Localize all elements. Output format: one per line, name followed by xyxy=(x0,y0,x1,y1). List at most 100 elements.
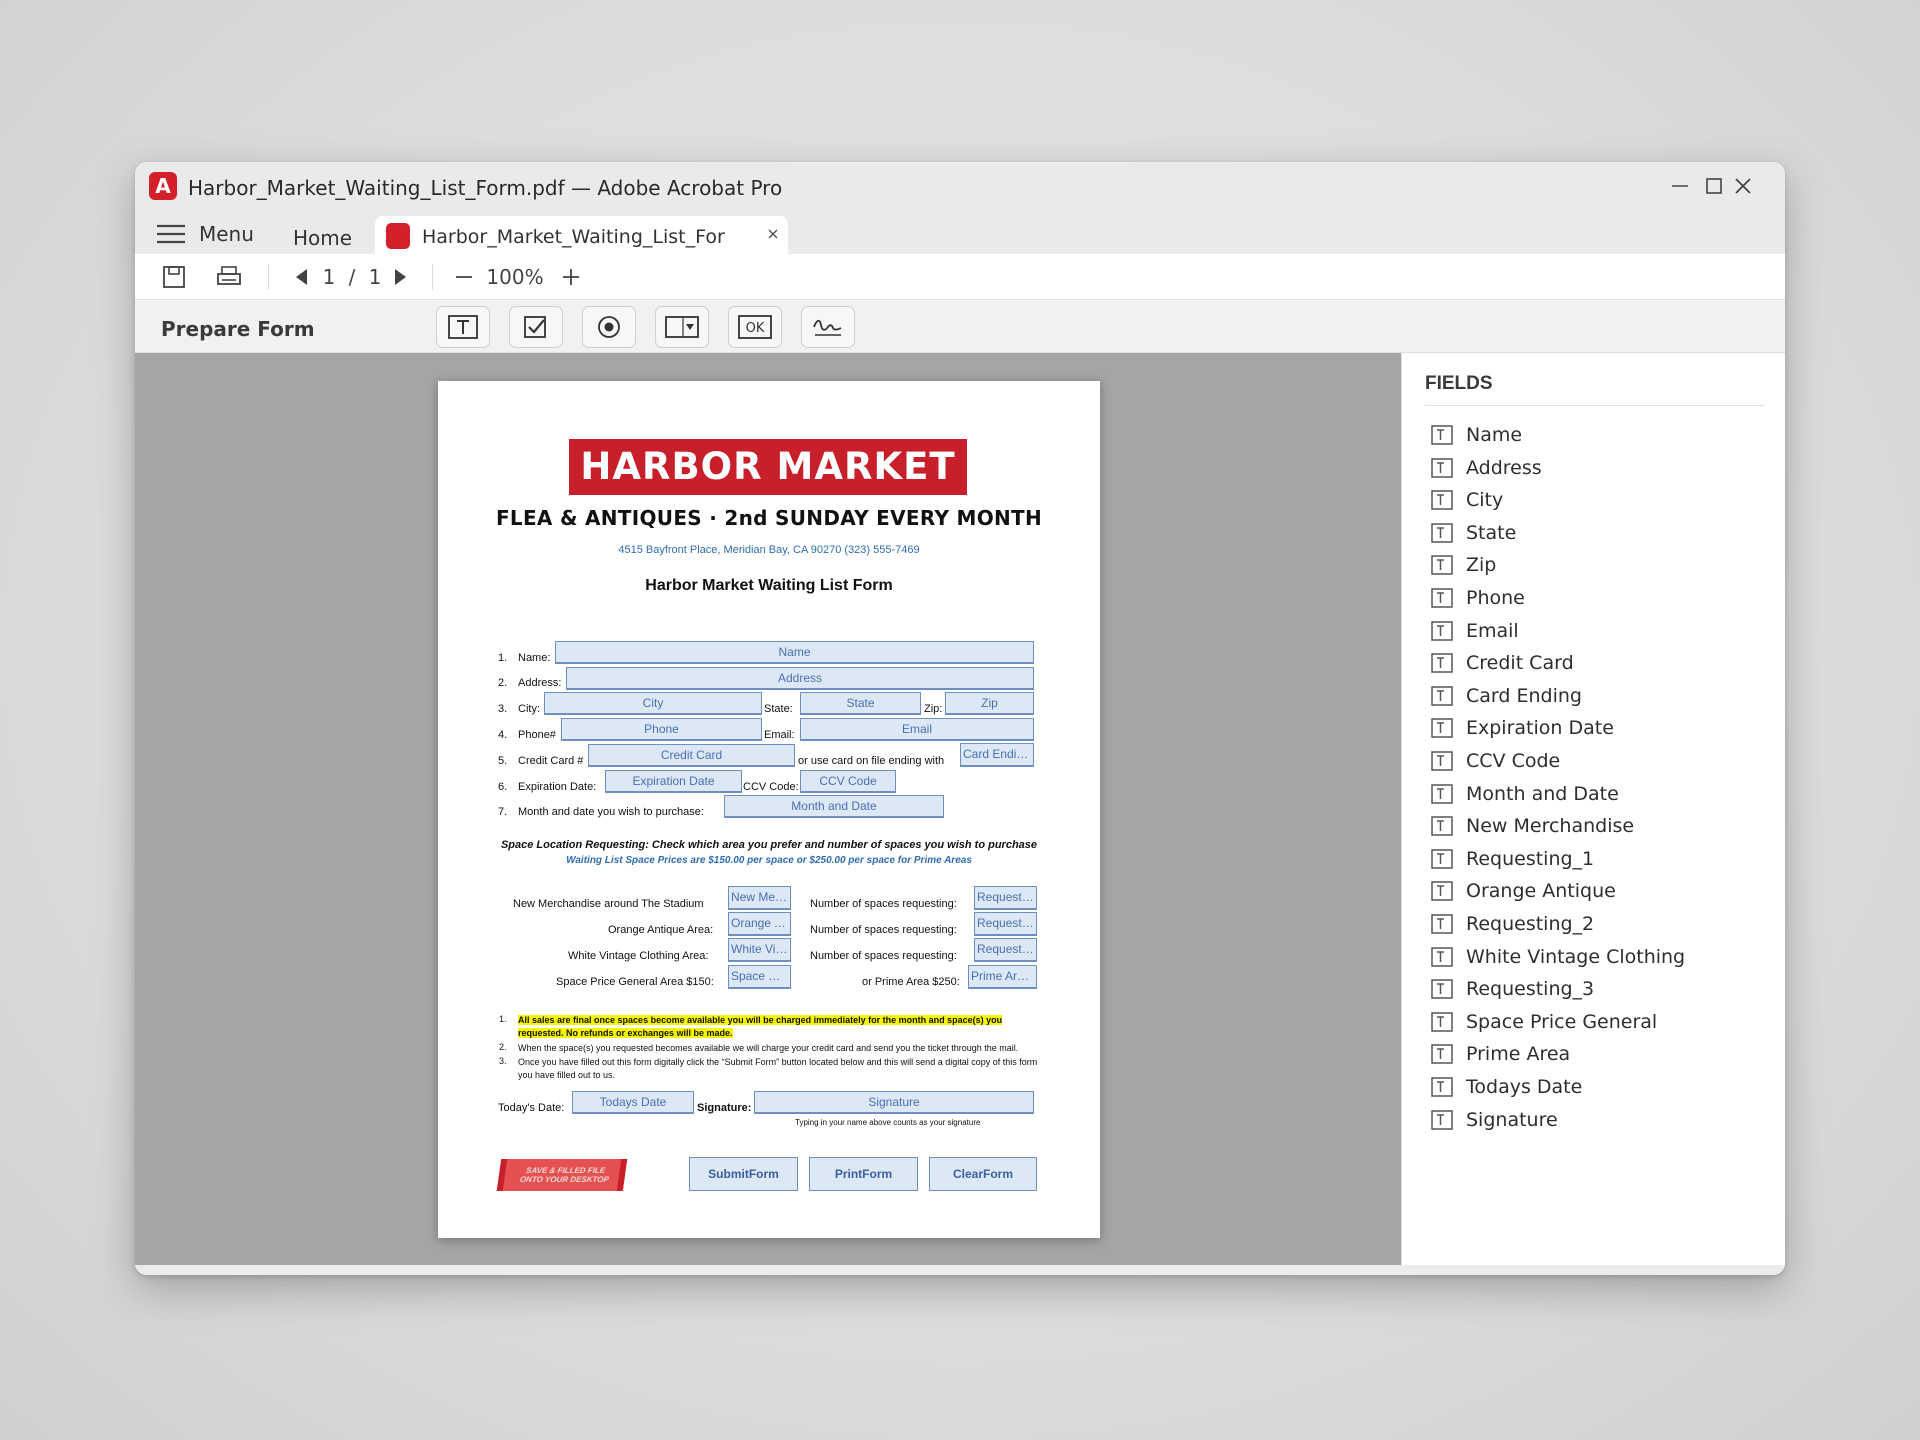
address-field[interactable]: Address xyxy=(566,667,1034,690)
note-number: 3. xyxy=(499,1056,507,1066)
checkbox-icon xyxy=(524,316,546,338)
field-list-item[interactable]: Orange Antique xyxy=(1431,876,1616,906)
signature-field[interactable]: Signature xyxy=(754,1091,1034,1114)
month-and-date-field[interactable]: Month and Date xyxy=(724,795,944,818)
print-button[interactable] xyxy=(215,263,243,291)
field-list-item-label: Signature xyxy=(1466,1108,1558,1131)
text-field-icon xyxy=(1431,588,1453,608)
field-list-item[interactable]: Email xyxy=(1431,616,1519,646)
text-field-icon xyxy=(1431,425,1453,445)
city-field[interactable]: City xyxy=(544,692,762,715)
save-to-desktop-button[interactable]: SAVE & FILLED FILE ONTO YOUR DESKTOP xyxy=(496,1159,628,1191)
signature-tool[interactable] xyxy=(801,306,855,348)
requesting-1-field[interactable]: Requesting_1... xyxy=(974,886,1037,910)
field-list-item[interactable]: White Vintage Clothing xyxy=(1431,942,1685,972)
field-list-item[interactable]: Expiration Date xyxy=(1431,713,1614,743)
field-list-item[interactable]: Card Ending xyxy=(1431,681,1582,711)
credit-card-field[interactable]: Credit Card xyxy=(588,744,795,767)
page-number-input[interactable]: 1 xyxy=(321,263,337,291)
page-separator: / xyxy=(348,265,356,289)
note-number: 2. xyxy=(499,1042,507,1052)
save-icon xyxy=(163,266,185,288)
radio-button-tool[interactable] xyxy=(582,306,636,348)
field-list-item[interactable]: Space Price General xyxy=(1431,1007,1657,1037)
close-window-button[interactable] xyxy=(1728,172,1758,200)
zoom-out-button[interactable] xyxy=(453,263,475,291)
tab-home[interactable]: Home xyxy=(293,226,352,250)
space-price-general-field[interactable]: Space Price ... xyxy=(728,965,791,989)
field-list-item[interactable]: Phone xyxy=(1431,583,1525,613)
todays-date-field[interactable]: Todays Date xyxy=(572,1091,694,1114)
note-all-sales-final: All sales are final once spaces become a… xyxy=(518,1014,1043,1040)
previous-page-button[interactable] xyxy=(291,263,311,291)
button-tool[interactable]: OK xyxy=(728,306,782,348)
field-list-item[interactable]: Credit Card xyxy=(1431,648,1574,678)
field-list-item[interactable]: New Merchandise xyxy=(1431,811,1634,841)
month-date-label: Month and date you wish to purchase: xyxy=(518,806,704,818)
submit-form-button[interactable]: SubmitForm xyxy=(689,1157,798,1191)
field-list-item[interactable]: Zip xyxy=(1431,550,1496,580)
orange-antique-field[interactable]: Orange Antiq... xyxy=(728,912,791,936)
email-field[interactable]: Email xyxy=(800,718,1034,741)
field-list-item[interactable]: Requesting_2 xyxy=(1431,909,1594,939)
field-list-item[interactable]: Signature xyxy=(1431,1105,1558,1135)
field-list-item[interactable]: Month and Date xyxy=(1431,779,1619,809)
card-ending-field[interactable]: Card Ending... xyxy=(960,743,1034,767)
zoom-in-button[interactable] xyxy=(560,263,582,291)
white-vintage-label: White Vintage Clothing Area: xyxy=(568,950,709,962)
text-field-icon xyxy=(1431,816,1453,836)
fields-panel-title: FIELDS xyxy=(1425,373,1493,394)
expiration-label: Expiration Date: xyxy=(518,781,597,793)
zip-field[interactable]: Zip xyxy=(945,692,1034,715)
space-prices-note: Waiting List Space Prices are $150.00 pe… xyxy=(566,855,972,866)
next-page-button[interactable] xyxy=(391,263,411,291)
clear-form-button[interactable]: ClearForm xyxy=(929,1157,1037,1191)
tab-document-label: Harbor_Market_Waiting_List_For xyxy=(422,226,725,248)
note-submit-form: Once you have filled out this form digit… xyxy=(518,1057,1038,1080)
new-merchandise-field[interactable]: New Merchand... xyxy=(728,886,791,910)
text-field-icon xyxy=(1431,1109,1453,1130)
dropdown-tool[interactable] xyxy=(655,306,709,348)
field-list-item-label: Orange Antique xyxy=(1466,880,1616,903)
minimize-button[interactable] xyxy=(1665,172,1695,200)
text-field-icon xyxy=(1431,849,1453,869)
tab-close-button[interactable] xyxy=(763,224,783,244)
field-list-item[interactable]: Requesting_1 xyxy=(1431,844,1594,874)
text-field-icon xyxy=(1431,620,1453,641)
tab-document[interactable]: Harbor_Market_Waiting_List_For xyxy=(375,216,788,254)
field-list-item-label: Todays Date xyxy=(1466,1076,1583,1098)
field-list-item[interactable]: CCV Code xyxy=(1431,746,1560,776)
zoom-level[interactable]: 100% xyxy=(485,263,545,291)
field-list-item[interactable]: State xyxy=(1431,518,1516,548)
checkbox-tool[interactable] xyxy=(509,306,563,348)
field-list-item[interactable]: City xyxy=(1431,485,1503,515)
field-list-item[interactable]: Todays Date xyxy=(1431,1072,1582,1102)
status-strip xyxy=(135,1265,1785,1275)
text-field-tool[interactable] xyxy=(436,306,490,348)
ccv-code-field[interactable]: CCV Code xyxy=(800,770,896,793)
print-form-button[interactable]: PrintForm xyxy=(809,1157,918,1191)
phone-field[interactable]: Phone xyxy=(561,718,762,741)
name-field[interactable]: Name xyxy=(555,641,1034,664)
field-list-item[interactable]: Requesting_3 xyxy=(1431,974,1594,1004)
close-icon xyxy=(768,229,778,239)
minus-icon xyxy=(456,276,472,278)
maximize-button[interactable] xyxy=(1699,172,1729,200)
field-list-item[interactable]: Name xyxy=(1431,420,1522,450)
requesting-2-field[interactable]: Requesting_2... xyxy=(974,912,1037,936)
close-icon xyxy=(1735,178,1751,194)
spaces-requesting-label: Number of spaces requesting: xyxy=(810,950,957,962)
save-button[interactable] xyxy=(161,263,187,291)
document-view[interactable]: HARBOR MARKET FLEA & ANTIQUES · 2nd SUND… xyxy=(135,353,1401,1265)
menu-button[interactable]: Menu xyxy=(157,220,254,248)
white-vintage-field[interactable]: White Vintag... xyxy=(728,938,791,962)
state-field[interactable]: State xyxy=(800,692,921,715)
field-list-item[interactable]: Address xyxy=(1431,453,1542,483)
requesting-3-field[interactable]: Requesting_3... xyxy=(974,938,1037,962)
page-total: 1 xyxy=(368,265,382,289)
signature-label: Signature: xyxy=(697,1102,752,1114)
field-list-item[interactable]: Prime Area xyxy=(1431,1039,1570,1069)
prime-area-field[interactable]: Prime Area... xyxy=(968,965,1037,989)
text-field-icon xyxy=(1431,653,1453,673)
expiration-date-field[interactable]: Expiration Date xyxy=(605,770,742,793)
